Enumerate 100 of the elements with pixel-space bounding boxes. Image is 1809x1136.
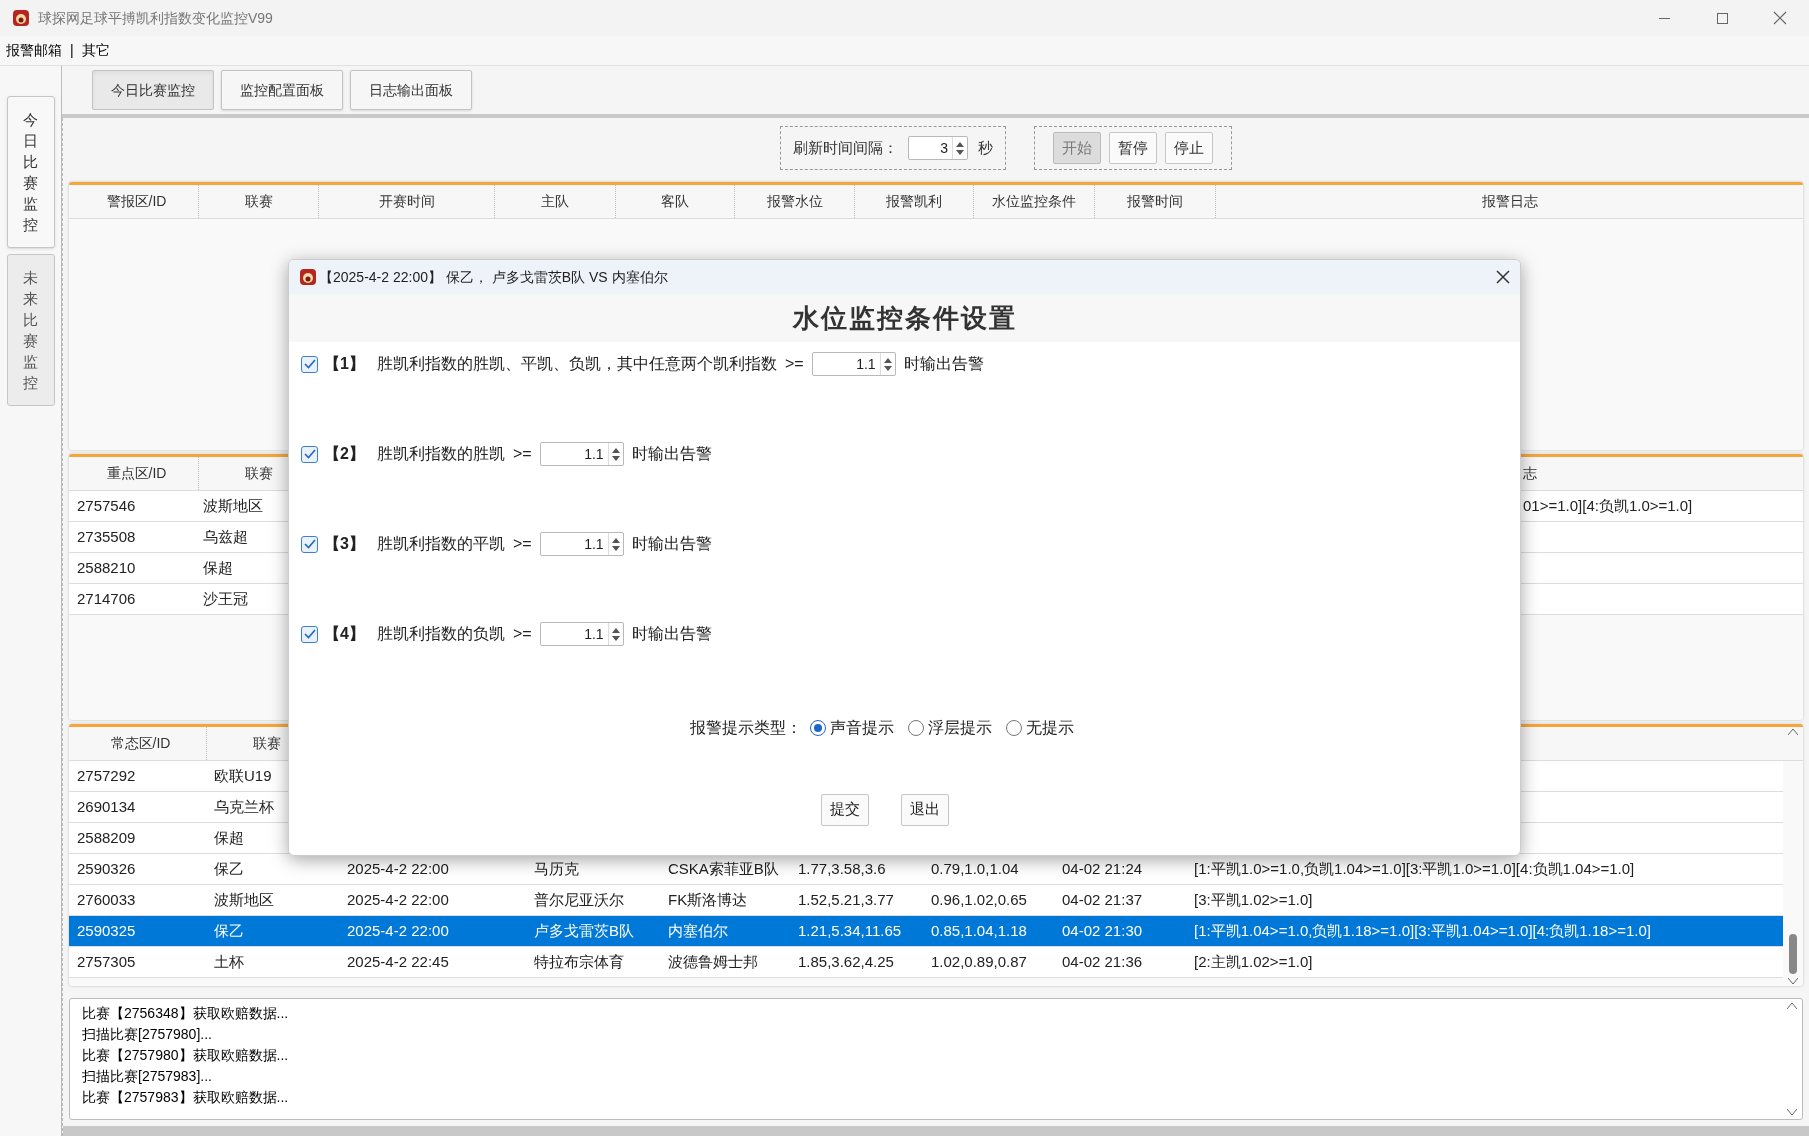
scrollbar-thumb[interactable] xyxy=(1789,934,1797,974)
column-header: 主队 xyxy=(541,192,569,211)
spin-up-icon[interactable] xyxy=(883,357,892,363)
table-cell-text: 土杯 xyxy=(214,951,244,972)
table-cell-text: 乌克兰杯 xyxy=(214,796,274,817)
table-cell-text: 波德鲁姆士邦 xyxy=(668,951,758,972)
table-cell-text: 04-02 21:37 xyxy=(1062,889,1143,910)
table-cell-text: 0.79,1.0,1.04 xyxy=(931,858,1019,879)
side-tab[interactable]: 今日比赛监控 xyxy=(6,96,55,248)
suffix-label: 时输出告警 xyxy=(631,444,712,464)
checkmark-icon xyxy=(303,629,316,639)
table-row[interactable]: 2590326 保乙 2025-4-2 22:00 马历克 CSKA索菲亚B队 1.77,3.58,3.6 0.79,1.0,1.04 04-02 21:24 [1:平凯1.0>=1.0,负凯1.04>=1.0][3:平凯1.0>=1.0][4:负凯1.04>=1.0] xyxy=(69,854,1783,885)
table-cell-text: 2757292 xyxy=(77,765,136,786)
toolbar-button[interactable]: 暂停 xyxy=(1109,132,1157,164)
table-cell-text: [3:平凯1.02>=1.0] xyxy=(1194,889,1313,910)
spin-down-icon[interactable] xyxy=(956,149,964,155)
table-cell-text: 1.85,3.62,4.25 xyxy=(798,951,894,972)
menu-item[interactable]: 其它 xyxy=(81,40,110,61)
dialog-button[interactable]: 提交 xyxy=(820,793,869,826)
radio-option[interactable]: 无提示 xyxy=(1005,716,1074,740)
table-cell-text: 波斯地区 xyxy=(203,495,263,516)
radio-option[interactable]: 浮层提示 xyxy=(907,716,992,740)
tab[interactable]: 日志输出面板 xyxy=(350,70,472,110)
spin-up-icon[interactable] xyxy=(611,537,620,543)
table-cell-text: [1:平凯1.04>=1.0,负凯1.18>=1.0][3:平凯1.04>=1.0][4:负凯1.18>=1.0] xyxy=(1194,920,1651,941)
table-cell-text: 保乙 xyxy=(214,920,244,941)
table-cell-text: 2590325 xyxy=(77,920,136,941)
dialog-button[interactable]: 退出 xyxy=(900,793,949,826)
table-cell-text: FK斯洛博达 xyxy=(668,889,748,910)
suffix-label: 时输出告警 xyxy=(631,624,712,644)
scroll-down-icon[interactable] xyxy=(1788,978,1798,984)
checkbox[interactable] xyxy=(301,445,318,463)
table-cell-text: 2714706 xyxy=(77,588,136,609)
spin-down-icon[interactable] xyxy=(611,545,620,551)
tab[interactable]: 监控配置面板 xyxy=(221,70,343,110)
table-cell-text: 1.02,0.89,0.87 xyxy=(931,951,1027,972)
column-header: 报警水位 xyxy=(766,192,823,211)
app-icon xyxy=(299,268,317,286)
spin-down-icon[interactable] xyxy=(611,455,620,461)
table-cell-text: [1:平凯1.0>=1.0,负凯1.04>=1.0][3:平凯1.0>=1.0][4:负凯1.04>=1.0] xyxy=(1194,858,1635,879)
column-header: 联赛 xyxy=(253,734,281,753)
column-header: 重点区/ID xyxy=(106,464,167,483)
checkbox[interactable] xyxy=(301,535,318,553)
operator-label: >= xyxy=(512,624,532,644)
toolbar-button[interactable]: 停止 xyxy=(1165,132,1213,164)
checkbox[interactable] xyxy=(301,625,318,643)
checkmark-icon xyxy=(303,359,316,369)
close-icon[interactable] xyxy=(1496,270,1510,284)
table-cell-text: 1.21,5.34,11.65 xyxy=(798,920,902,941)
spin-down-icon[interactable] xyxy=(611,635,620,641)
checkbox[interactable] xyxy=(301,355,318,373)
table-cell-text: 欧联U19 xyxy=(214,765,272,786)
spin-up-icon[interactable] xyxy=(611,627,620,633)
scroll-down-icon[interactable] xyxy=(1787,1109,1797,1115)
scroll-up-icon[interactable] xyxy=(1787,1003,1797,1009)
column-header: 客队 xyxy=(661,192,689,211)
table-cell-text: 01>=1.0][4:负凯1.0>=1.0] xyxy=(1523,495,1693,516)
table-cell-text: 04-02 21:36 xyxy=(1062,951,1143,972)
table-cell-text: 2025-4-2 22:00 xyxy=(347,920,449,941)
table-row[interactable]: 2590325 保乙 2025-4-2 22:00 卢多戈雷茨B队 内塞伯尔 1.21,5.34,11.65 0.85,1.04,1.18 04-02 21:30 [1:平凯1.04>=1.0,负凯1.18>=1.0][3:平凯1.04>=1.0][4:负凯1.18>=1.0] xyxy=(69,916,1783,947)
spin-up-icon[interactable] xyxy=(956,141,964,147)
number-spinner[interactable]: 3 xyxy=(908,136,968,160)
table-cell-text: 2757546 xyxy=(77,495,136,516)
table-cell-text: 特拉布宗体育 xyxy=(534,951,624,972)
suffix-label: 时输出告警 xyxy=(903,354,984,374)
scrollbar[interactable] xyxy=(1785,729,1801,984)
table-cell-text: 2590326 xyxy=(77,858,136,879)
table-cell-text: 保超 xyxy=(214,827,244,848)
menu-item[interactable]: 报警邮箱 xyxy=(6,40,62,61)
table-row[interactable]: 2760033 波斯地区 2025-4-2 22:00 普尔尼亚沃尔 FK斯洛博达 1.52,5.21,3.77 0.96,1.02,0.65 04-02 21:37 [3:平凯1.02>=1.0] xyxy=(69,885,1783,916)
column-header: 警报区/ID xyxy=(106,192,167,211)
condition-text: 胜凯利指数的胜凯 xyxy=(376,444,505,464)
table-cell-text: 0.85,1.04,1.18 xyxy=(931,920,1027,941)
table-cell-text: 0.96,1.02,0.65 xyxy=(931,889,1027,910)
table-cell-text: 2025-4-2 22:00 xyxy=(347,889,449,910)
column-header: 联赛 xyxy=(245,464,273,483)
side-tab[interactable]: 未来比赛监控 xyxy=(6,254,55,406)
number-spinner[interactable]: 1.1 xyxy=(539,532,624,556)
table-cell-text: 保超 xyxy=(203,557,233,578)
number-spinner[interactable]: 1.1 xyxy=(811,352,896,376)
table-cell-text: 2025-4-2 22:00 xyxy=(347,858,449,879)
condition-text: 胜凯利指数的负凯 xyxy=(376,624,505,644)
menu-separator: | xyxy=(70,41,74,60)
condition-number: 【1】 xyxy=(324,354,365,374)
scroll-up-icon[interactable] xyxy=(1788,729,1798,735)
tab[interactable]: 今日比赛监控 xyxy=(92,70,214,110)
table-row[interactable]: 2757305 土杯 2025-4-2 22:45 特拉布宗体育 波德鲁姆士邦 1.85,3.62,4.25 1.02,0.89,0.87 04-02 21:36 [2:主凯1.02>=1.0] xyxy=(69,947,1783,978)
table-cell-text: 2760033 xyxy=(77,889,136,910)
table-cell-text: 波斯地区 xyxy=(214,889,274,910)
number-spinner[interactable]: 1.1 xyxy=(539,442,624,466)
scrollbar[interactable] xyxy=(1784,1003,1800,1115)
dialog-heading: 水位监控条件设置 xyxy=(792,301,1017,335)
column-header: 报警时间 xyxy=(1127,192,1183,211)
number-spinner[interactable]: 1.1 xyxy=(539,622,624,646)
table-cell-text: 普尔尼亚沃尔 xyxy=(534,889,624,910)
column-header: 常态区/ID xyxy=(110,734,171,753)
radio-option[interactable]: 声音提示 xyxy=(809,716,894,740)
operator-label: >= xyxy=(512,444,532,464)
spin-down-icon[interactable] xyxy=(883,365,892,371)
operator-label: >= xyxy=(512,534,532,554)
